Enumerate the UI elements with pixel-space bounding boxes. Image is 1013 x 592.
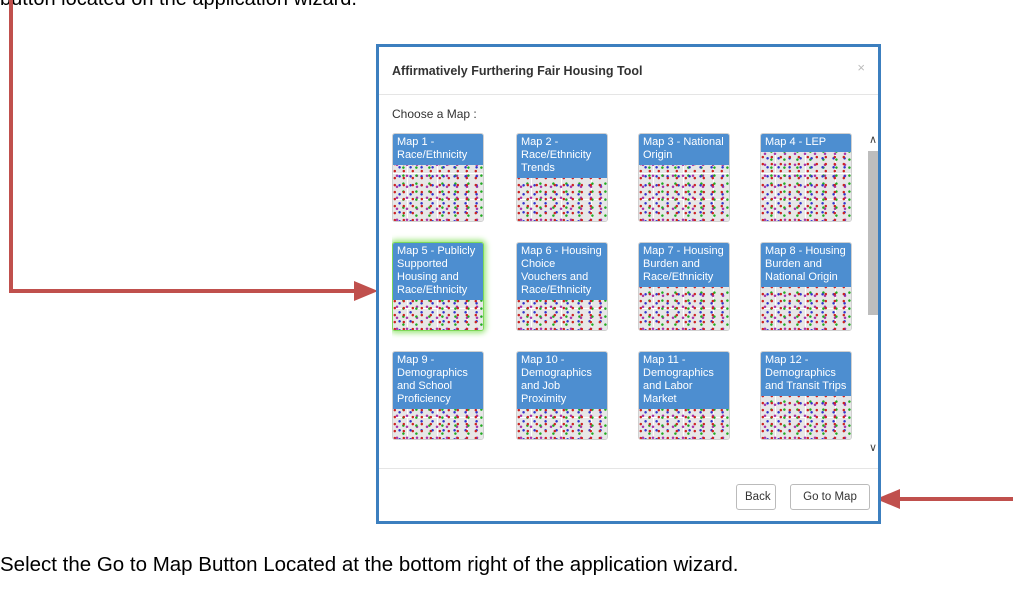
map-tile-9[interactable]: Map 9 - Demographics and School Proficie… [392,351,484,440]
map-tile-10[interactable]: Map 10 - Demographics and Job Proximity [516,351,608,440]
go-to-map-button[interactable]: Go to Map [790,484,870,510]
map-tile-6[interactable]: Map 6 - Housing Choice Vouchers and Race… [516,242,608,331]
bottom-caption: Select the Go to Map Button Located at t… [0,553,739,576]
map-tile-label: Map 12 - Demographics and Transit Trips [761,352,851,396]
map-tile-4[interactable]: Map 4 - LEP [760,133,852,222]
map-wizard-dialog: Affirmatively Furthering Fair Housing To… [376,44,881,524]
map-tile-label: Map 8 - Housing Burden and National Orig… [761,243,851,287]
map-tile-5[interactable]: Map 5 - Publicly Supported Housing and R… [392,242,484,331]
back-button[interactable]: Back [736,484,776,510]
map-tile-label: Map 3 - National Origin [639,134,729,165]
map-tile-label: Map 6 - Housing Choice Vouchers and Race… [517,243,607,300]
map-tile-7[interactable]: Map 7 - Housing Burden and Race/Ethnicit… [638,242,730,331]
map-tile-label: Map 1 - Race/Ethnicity [393,134,483,165]
dialog-footer: Back Go to Map [379,468,878,522]
scrollbar-thumb[interactable] [868,151,878,315]
map-tile-2[interactable]: Map 2 - Race/Ethnicity Trends [516,133,608,222]
map-tile-1[interactable]: Map 1 - Race/Ethnicity [392,133,484,222]
chevron-down-icon[interactable]: ∨ [867,441,879,455]
map-tile-8[interactable]: Map 8 - Housing Burden and National Orig… [760,242,852,331]
map-tile-label: Map 4 - LEP [761,134,851,152]
close-icon[interactable]: × [857,60,865,75]
choose-map-label: Choose a Map : [392,107,477,121]
map-tile-label: Map 11 - Demographics and Labor Market [639,352,729,409]
map-tile-11[interactable]: Map 11 - Demographics and Labor Market [638,351,730,440]
dialog-header: Affirmatively Furthering Fair Housing To… [379,47,878,95]
map-list-scrollbar[interactable]: ∧ ∨ [866,133,880,455]
map-tile-label: Map 5 - Publicly Supported Housing and R… [393,243,483,300]
chevron-up-icon[interactable]: ∧ [867,133,879,147]
map-tile-3[interactable]: Map 3 - National Origin [638,133,730,222]
map-tile-label: Map 10 - Demographics and Job Proximity [517,352,607,409]
map-tile-12[interactable]: Map 12 - Demographics and Transit Trips [760,351,852,440]
map-tile-label: Map 9 - Demographics and School Proficie… [393,352,483,409]
map-tile-label: Map 7 - Housing Burden and Race/Ethnicit… [639,243,729,287]
map-tile-label: Map 2 - Race/Ethnicity Trends [517,134,607,178]
dialog-title: Affirmatively Furthering Fair Housing To… [392,64,643,78]
map-grid: Map 1 - Race/Ethnicity Map 2 - Race/Ethn… [392,133,862,465]
top-caption: button located on the application wizard… [0,0,357,11]
